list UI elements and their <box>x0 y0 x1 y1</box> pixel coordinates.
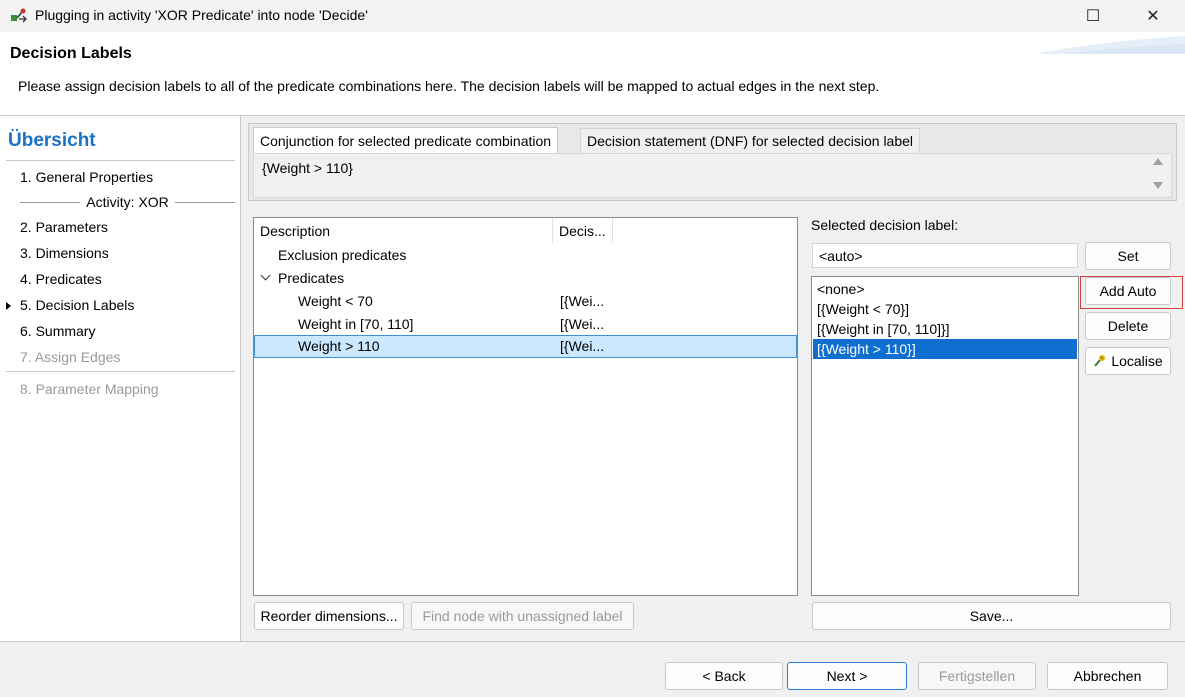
column-header-decision[interactable]: Decis... <box>553 218 613 243</box>
predicate-tree-table[interactable]: Description Decis... Exclusion predicate… <box>253 217 798 596</box>
sidebar-item-decision-labels[interactable]: 5. Decision Labels <box>20 297 134 313</box>
app-icon <box>11 8 27 23</box>
table-row[interactable]: Predicates <box>254 267 797 290</box>
scroll-down-icon[interactable] <box>1153 182 1163 189</box>
footer-divider <box>0 641 1185 642</box>
conjunction-text: {Weight > 110} <box>262 160 353 176</box>
sidebar-divider <box>6 160 235 161</box>
add-auto-button[interactable]: Add Auto <box>1085 277 1171 305</box>
save-button[interactable]: Save... <box>812 602 1171 630</box>
table-row[interactable]: Weight in [70, 110] [{Wei... <box>254 313 797 336</box>
selected-label-caption: Selected decision label: <box>811 217 959 233</box>
row-description: Weight > 110 <box>298 338 380 354</box>
decision-label-list[interactable]: <none> [{Weight < 70}] [{Weight in [70, … <box>811 276 1079 596</box>
title-bar: Plugging in activity 'XOR Predicate' int… <box>0 0 1185 32</box>
sidebar-item-parameter-mapping: 8. Parameter Mapping <box>20 381 159 397</box>
wizard-sidebar: Übersicht 1. General Properties Activity… <box>0 116 241 641</box>
table-row[interactable]: Exclusion predicates <box>254 244 797 267</box>
list-item[interactable]: [{Weight in [70, 110]}] <box>813 319 1077 339</box>
sidebar-item-predicates[interactable]: 4. Predicates <box>20 271 102 287</box>
header-decoration-icon <box>1035 36 1185 54</box>
sidebar-item-summary[interactable]: 6. Summary <box>20 323 95 339</box>
reorder-dimensions-button[interactable]: Reorder dimensions... <box>254 602 404 630</box>
next-button[interactable]: Next > <box>787 662 907 690</box>
row-description: Predicates <box>278 270 345 286</box>
row-decision: [{Wei... <box>560 293 605 309</box>
current-step-arrow-icon <box>6 302 11 310</box>
row-description: Exclusion predicates <box>278 247 407 263</box>
sidebar-item-parameters[interactable]: 2. Parameters <box>20 219 108 235</box>
list-item[interactable]: <none> <box>813 279 1077 299</box>
localise-icon <box>1094 355 1106 367</box>
page-title: Decision Labels <box>10 45 132 62</box>
row-description: Weight in [70, 110] <box>298 316 414 332</box>
sidebar-group-label: Activity: XOR <box>86 194 169 210</box>
close-icon[interactable]: ✕ <box>1130 0 1176 32</box>
set-button[interactable]: Set <box>1085 242 1171 270</box>
sidebar-item-general-properties[interactable]: 1. General Properties <box>20 169 153 185</box>
decision-label-input[interactable] <box>812 243 1078 268</box>
wizard-header: Decision Labels Please assign decision l… <box>0 32 1185 116</box>
row-decision: [{Wei... <box>560 316 605 332</box>
predicate-tab-folder: Conjunction for selected predicate combi… <box>248 123 1177 201</box>
column-header-description[interactable]: Description <box>254 218 553 243</box>
expand-chevron-icon[interactable] <box>260 270 271 281</box>
sidebar-divider <box>6 371 235 372</box>
localise-button[interactable]: Localise <box>1085 347 1171 375</box>
finish-button: Fertigstellen <box>918 662 1036 690</box>
back-button[interactable]: < Back <box>665 662 783 690</box>
page-description: Please assign decision labels to all of … <box>18 78 880 94</box>
tab-conjunction[interactable]: Conjunction for selected predicate combi… <box>253 127 559 154</box>
conjunction-text-area[interactable]: {Weight > 110} <box>253 153 1172 198</box>
maximize-icon[interactable]: ☐ <box>1070 0 1116 32</box>
cancel-button[interactable]: Abbrechen <box>1047 662 1168 690</box>
row-decision: [{Wei... <box>560 338 605 354</box>
tab-decision-statement[interactable]: Decision statement (DNF) for selected de… <box>580 128 921 153</box>
sidebar-item-dimensions[interactable]: 3. Dimensions <box>20 245 109 261</box>
table-row[interactable]: Weight < 70 [{Wei... <box>254 290 797 313</box>
window-title: Plugging in activity 'XOR Predicate' int… <box>35 7 368 23</box>
localise-label: Localise <box>1111 353 1163 369</box>
sidebar-item-assign-edges: 7. Assign Edges <box>20 349 121 365</box>
sidebar-group-activity: Activity: XOR <box>20 194 235 210</box>
delete-button[interactable]: Delete <box>1085 312 1171 340</box>
find-unassigned-button: Find node with unassigned label <box>411 602 634 630</box>
row-description: Weight < 70 <box>298 293 373 309</box>
scroll-up-icon[interactable] <box>1153 158 1163 165</box>
list-item[interactable]: [{Weight < 70}] <box>813 299 1077 319</box>
list-item-selected[interactable]: [{Weight > 110}] <box>813 339 1077 359</box>
table-row-selected[interactable]: Weight > 110 [{Wei... <box>254 335 797 358</box>
sidebar-title: Übersicht <box>8 130 96 151</box>
